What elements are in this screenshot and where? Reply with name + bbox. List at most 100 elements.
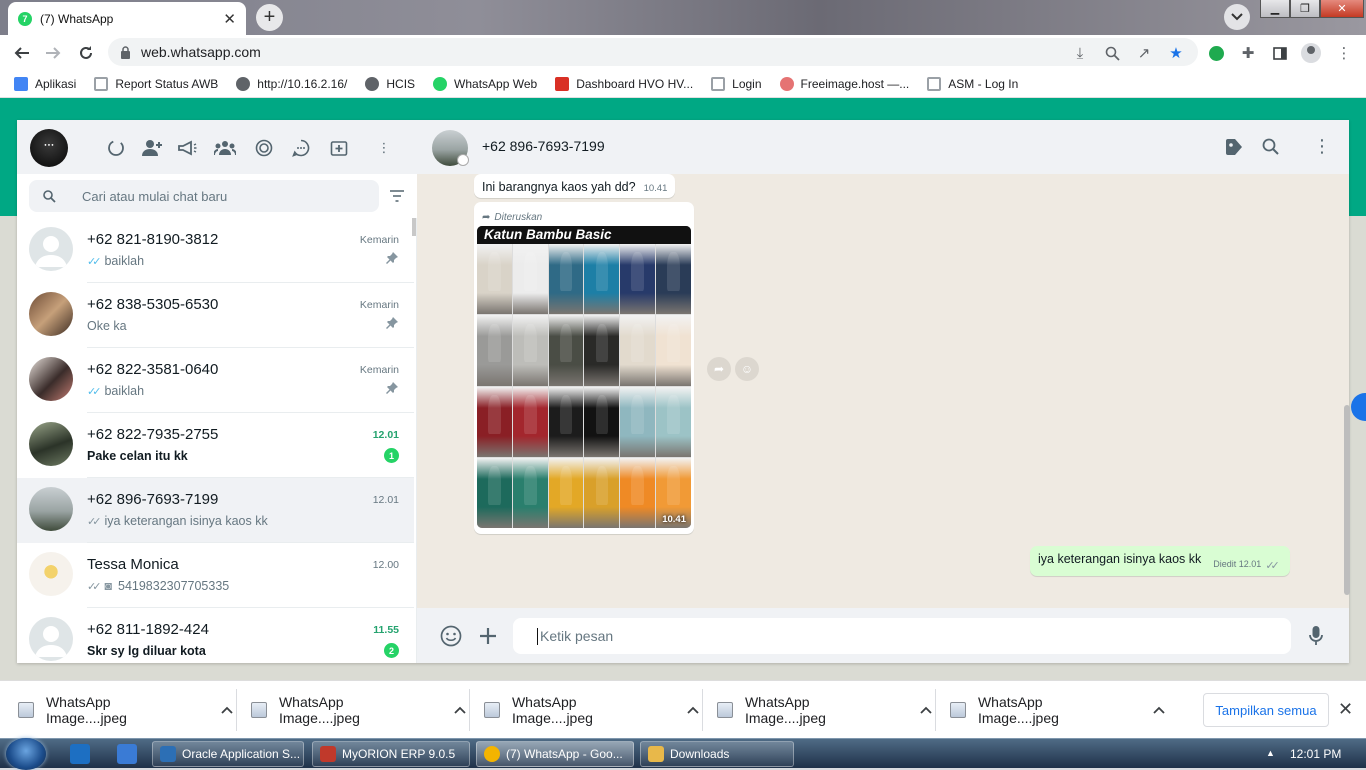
chat-item-body[interactable]: +62 896-7693-7199 ✓✓ iya keterangan isinya… <box>87 478 414 543</box>
message-input[interactable]: Ketik pesan <box>513 618 1291 654</box>
chat-item-body[interactable]: +62 838-5305-6530 Oke ka Kemarin <box>87 283 414 348</box>
browser-tab-whatsapp[interactable]: 7 (7) WhatsApp ✕ <box>8 2 246 35</box>
taskbar-window-button[interactable]: MyORION ERP 9.0.5 <box>312 741 470 767</box>
chat-list-item[interactable]: Tessa Monica ✓✓ ◙ 5419832307705335 12.00 <box>17 543 414 608</box>
address-bar[interactable]: web.whatsapp.com <box>108 38 1198 66</box>
bookmark-item[interactable]: Freeimage.host —... <box>779 76 910 91</box>
extensions-puzzle-icon[interactable]: ✚ <box>1238 43 1258 63</box>
bookmark-label[interactable]: http://10.16.2.16/ <box>257 77 347 91</box>
conversation-menu-icon[interactable]: ⋮ <box>1313 136 1331 157</box>
download-filename[interactable]: WhatsApp Image....jpeg <box>978 694 1127 726</box>
channels-icon[interactable] <box>253 137 275 159</box>
filter-icon[interactable] <box>390 190 404 202</box>
chat-item-body[interactable]: +62 821-8190-3812 ✓✓ baiklah Kemarin <box>87 218 414 283</box>
communities-icon[interactable] <box>214 137 236 159</box>
share-icon[interactable]: ↗ <box>1134 43 1154 63</box>
chat-name[interactable]: +62 896-7693-7199 <box>87 491 218 508</box>
broadcast-megaphone-icon[interactable] <box>176 137 198 159</box>
emoji-icon[interactable] <box>439 624 463 648</box>
whatsapp-extension-icon[interactable] <box>1206 43 1226 63</box>
chat-avatar[interactable] <box>29 552 73 596</box>
chat-name[interactable]: +62 822-7935-2755 <box>87 426 218 443</box>
add-contact-icon[interactable] <box>141 137 163 159</box>
minimize-button[interactable]: ▁ <box>1260 0 1290 18</box>
chat-item-body[interactable]: +62 822-3581-0640 ✓✓ baiklah Kemarin <box>87 348 414 413</box>
forward-message-button[interactable]: ➦ <box>707 357 731 381</box>
new-tab-button[interactable]: + <box>256 4 283 31</box>
address-url[interactable]: web.whatsapp.com <box>141 44 261 60</box>
taskbar-window-label[interactable]: Oracle Application S... <box>182 747 300 761</box>
maximize-button[interactable]: ❐ <box>1290 0 1320 18</box>
download-item[interactable]: WhatsApp Image....jpeg <box>950 681 1165 739</box>
taskbar-window-button[interactable]: (7) WhatsApp - Goo... <box>476 741 634 767</box>
bookmark-star-icon[interactable]: ★ <box>1166 43 1186 63</box>
message-input-placeholder[interactable]: Ketik pesan <box>540 628 613 644</box>
browser-menu-icon[interactable]: ⋮ <box>1334 43 1354 63</box>
chat-list-item[interactable]: +62 821-8190-3812 ✓✓ baiklah Kemarin <box>17 218 414 283</box>
messenger-icon[interactable] <box>117 744 137 764</box>
incoming-message-bubble[interactable]: Ini barangnya kaos yah dd? 10.41 <box>474 174 676 198</box>
my-profile-avatar[interactable]: ● ● ● <box>30 129 68 167</box>
react-emoji-button[interactable]: ☺ <box>735 357 759 381</box>
bookmark-item[interactable]: WhatsApp Web <box>433 76 537 91</box>
bookmark-item[interactable]: Login <box>711 76 762 91</box>
chat-avatar[interactable] <box>29 487 73 531</box>
outlook-icon[interactable] <box>70 744 90 764</box>
bookmark-label[interactable]: WhatsApp Web <box>454 77 537 91</box>
bookmark-label[interactable]: Aplikasi <box>35 77 76 91</box>
bookmark-label[interactable]: ASM - Log In <box>948 77 1018 91</box>
show-all-downloads-button[interactable]: Tampilkan semua <box>1203 693 1329 727</box>
bookmark-label[interactable]: Dashboard HVO HV... <box>576 77 693 91</box>
install-app-icon[interactable]: ⤓ <box>1070 43 1090 63</box>
microphone-icon[interactable] <box>1304 624 1328 648</box>
bookmark-item[interactable]: HCIS <box>365 76 415 91</box>
chat-list-item[interactable]: +62 811-1892-424 Skr sy lg diluar kota 11.… <box>17 608 414 663</box>
download-item[interactable]: WhatsApp Image....jpeg <box>18 681 233 739</box>
download-filename[interactable]: WhatsApp Image....jpeg <box>512 694 661 726</box>
chat-name[interactable]: Tessa Monica <box>87 556 179 573</box>
taskbar-clock[interactable]: 12:01 PM <box>1290 747 1341 761</box>
download-item[interactable]: WhatsApp Image....jpeg <box>717 681 932 739</box>
chat-avatar[interactable] <box>29 422 73 466</box>
side-panel-icon[interactable] <box>1270 43 1290 63</box>
close-downloads-icon[interactable]: ✕ <box>1338 699 1353 720</box>
chat-avatar[interactable] <box>29 227 73 271</box>
chat-item-body[interactable]: +62 811-1892-424 Skr sy lg diluar kota 11.… <box>87 608 414 663</box>
chat-name[interactable]: +62 811-1892-424 <box>87 621 209 638</box>
chat-avatar[interactable] <box>29 617 73 661</box>
search-messages-icon[interactable] <box>1262 138 1279 155</box>
forward-arrow-icon[interactable] <box>43 43 63 63</box>
chat-list-scrollbar[interactable] <box>412 218 416 236</box>
chat-list-item[interactable]: +62 896-7693-7199 ✓✓ iya keterangan isinya… <box>17 478 414 543</box>
bookmark-item[interactable]: http://10.16.2.16/ <box>236 76 347 91</box>
chevron-up-icon[interactable] <box>920 706 932 714</box>
chat-avatar[interactable] <box>29 357 73 401</box>
zoom-icon[interactable] <box>1102 43 1122 63</box>
bookmark-label[interactable]: Freeimage.host —... <box>801 77 910 91</box>
download-filename[interactable]: WhatsApp Image....jpeg <box>745 694 894 726</box>
bookmark-item[interactable]: ASM - Log In <box>927 76 1018 91</box>
chat-name[interactable]: +62 838-5305-6530 <box>87 296 218 313</box>
new-chat-icon[interactable] <box>328 137 350 159</box>
download-filename[interactable]: WhatsApp Image....jpeg <box>46 694 195 726</box>
bookmark-label[interactable]: Report Status AWB <box>115 77 218 91</box>
chat-avatar[interactable] <box>29 292 73 336</box>
tab-search-button[interactable] <box>1224 4 1250 30</box>
contact-name[interactable]: +62 896-7693-7199 <box>482 138 605 154</box>
label-tag-icon[interactable] <box>1224 137 1244 157</box>
chat-list-item[interactable]: +62 838-5305-6530 Oke ka Kemarin <box>17 283 414 348</box>
bookmark-item[interactable]: Dashboard HVO HV... <box>555 76 693 91</box>
bookmark-label[interactable]: Login <box>732 77 761 91</box>
download-item[interactable]: WhatsApp Image....jpeg <box>484 681 699 739</box>
taskbar-window-label[interactable]: Downloads <box>670 747 729 761</box>
download-filename[interactable]: WhatsApp Image....jpeg <box>279 694 428 726</box>
tray-arrow-icon[interactable]: ▲ <box>1266 748 1275 758</box>
chat-list-item[interactable]: +62 822-7935-2755 Pake celan itu kk 12.01 1 <box>17 413 414 478</box>
bookmark-item[interactable]: Aplikasi <box>14 76 76 91</box>
chat-name[interactable]: +62 822-3581-0640 <box>87 361 218 378</box>
chat-item-body[interactable]: +62 822-7935-2755 Pake celan itu kk 12.01 1 <box>87 413 414 478</box>
back-arrow-icon[interactable] <box>12 43 32 63</box>
sidebar-menu-icon[interactable]: ⋮ <box>373 137 395 159</box>
forwarded-image-bubble[interactable]: ➦ Diteruskan Katun Bambu Basic 10.41 <box>474 202 694 534</box>
window-close-button[interactable]: ✕ <box>1320 0 1364 18</box>
